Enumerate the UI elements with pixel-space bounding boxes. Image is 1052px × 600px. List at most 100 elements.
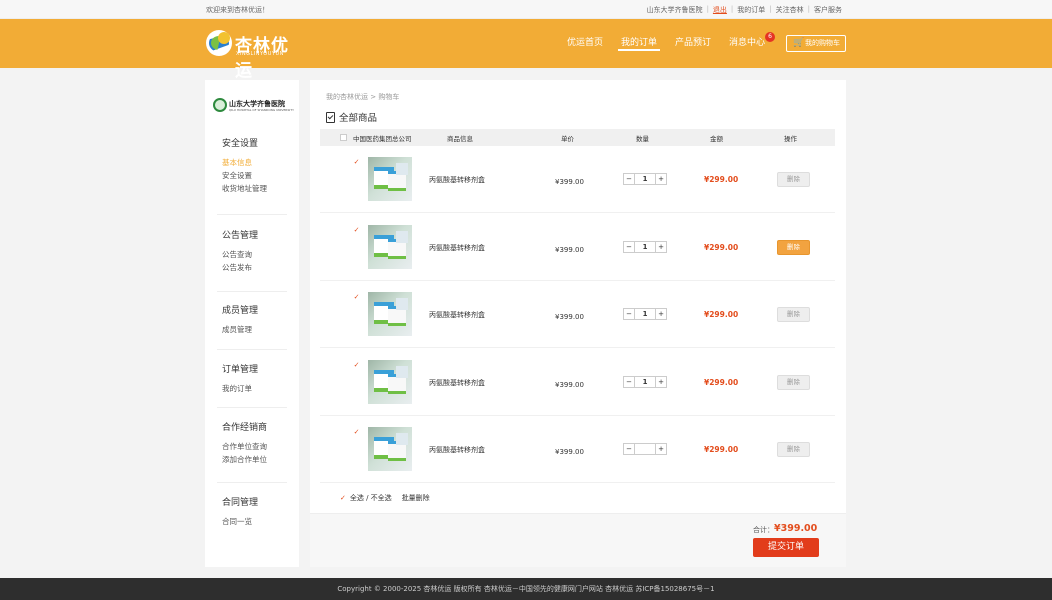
decrease-button[interactable]: −: [624, 309, 634, 319]
col-product: 商品信息: [447, 135, 473, 143]
submit-order-button[interactable]: 提交订单: [753, 538, 819, 557]
product-image[interactable]: [368, 225, 412, 269]
unit-price: ¥399.00: [555, 313, 584, 321]
hospital-logo: 山东大学齐鲁医院 QILU HOSPITAL OF SHANDONG UNIVE…: [213, 98, 294, 114]
sidebar-item-address[interactable]: 收货地址管理: [222, 184, 267, 194]
sidebar-section-security: 安全设置 基本信息 安全设置 收货地址管理: [222, 136, 267, 197]
logo-icon: [206, 30, 232, 56]
quantity-stepper: − 1 +: [623, 308, 667, 320]
message-badge: 6: [765, 32, 776, 42]
sidebar-section-title: 订单管理: [222, 365, 259, 375]
decrease-button[interactable]: −: [624, 174, 634, 184]
increase-button[interactable]: +: [656, 444, 666, 454]
row-checkbox[interactable]: [353, 362, 360, 369]
cart-button[interactable]: 🛒 我的购物车: [786, 35, 846, 52]
customer-service-link[interactable]: 客户服务: [810, 5, 846, 15]
sidebar-item-add-partner[interactable]: 添加合作单位: [222, 455, 267, 465]
line-amount: ¥299.00: [704, 378, 739, 387]
unit-price: ¥399.00: [555, 246, 584, 254]
delete-button[interactable]: 删除: [777, 172, 810, 187]
product-name[interactable]: 丙氨酸基转移剂盒: [429, 175, 485, 185]
quantity-stepper: − 1 +: [623, 173, 667, 185]
nav-my-orders[interactable]: 我的订单: [612, 19, 666, 68]
cart-label: 我的购物车: [805, 39, 840, 47]
product-image[interactable]: [368, 292, 412, 336]
nav-product-booking[interactable]: 产品预订: [666, 19, 720, 68]
quantity-input[interactable]: 1: [634, 174, 656, 184]
nav-messages[interactable]: 消息中心 6: [720, 19, 776, 68]
quantity-input[interactable]: [634, 444, 656, 454]
product-image[interactable]: [368, 360, 412, 404]
sidebar-item-notice-publish[interactable]: 公告发布: [222, 263, 258, 273]
cart-panel: 我的杏林优运 > 购物车 全部商品 中国医药集团总公司 商品信息 单价 数量 金…: [310, 80, 846, 567]
sidebar-section-members: 成员管理 成员管理: [222, 303, 258, 338]
table-row: 丙氨酸基转移剂盒 ¥399.00 − 1 + ¥299.00 删除: [320, 146, 835, 213]
quantity-input[interactable]: 1: [634, 377, 656, 387]
logout-link[interactable]: 退出: [709, 5, 731, 15]
product-name[interactable]: 丙氨酸基转移剂盒: [429, 378, 485, 388]
sidebar-item-security-settings[interactable]: 安全设置: [222, 171, 267, 181]
my-orders-link[interactable]: 我的订单: [733, 5, 769, 15]
follow-link[interactable]: 关注杏林: [772, 5, 808, 15]
row-checkbox[interactable]: [353, 429, 360, 436]
product-name[interactable]: 丙氨酸基转移剂盒: [429, 243, 485, 253]
increase-button[interactable]: +: [656, 309, 666, 319]
divider: [217, 482, 287, 483]
quantity-stepper: − 1 +: [623, 376, 667, 388]
decrease-button[interactable]: −: [624, 242, 634, 252]
increase-button[interactable]: +: [656, 377, 666, 387]
col-supplier: 中国医药集团总公司: [353, 135, 412, 143]
batch-delete-button[interactable]: 批量删除: [402, 493, 430, 503]
col-quantity: 数量: [636, 135, 649, 143]
sidebar-item-members[interactable]: 成员管理: [222, 325, 258, 335]
brand-pinyin: XINGLINYOUYUN: [236, 51, 284, 57]
main-nav: 优运首页 我的订单 产品预订 消息中心 6: [558, 19, 776, 68]
delete-button[interactable]: 删除: [777, 307, 810, 322]
product-name[interactable]: 丙氨酸基转移剂盒: [429, 310, 485, 320]
page-title: 全部商品: [339, 113, 378, 124]
brand-logo[interactable]: 杏林优运 XINGLINYOUYUN: [206, 30, 306, 81]
footer: Copyright © 2000-2025 杏林优运 版权所有 杏林优运－中国领…: [0, 578, 1052, 600]
table-header: 中国医药集团总公司 商品信息 单价 数量 金额 操作: [320, 129, 835, 146]
increase-button[interactable]: +: [656, 242, 666, 252]
hospital-link[interactable]: 山东大学齐鲁医院: [643, 5, 707, 15]
quantity-stepper: − 1 +: [623, 241, 667, 253]
quantity-input[interactable]: 1: [634, 242, 656, 252]
decrease-button[interactable]: −: [624, 444, 634, 454]
hospital-seal-icon: [213, 98, 227, 112]
row-checkbox[interactable]: [353, 294, 360, 301]
sidebar-item-contract-list[interactable]: 合同一览: [222, 517, 258, 527]
product-image[interactable]: [368, 427, 412, 471]
line-amount: ¥299.00: [704, 175, 739, 184]
sidebar-item-my-orders[interactable]: 我的订单: [222, 384, 258, 394]
select-all-check-icon[interactable]: ✓: [340, 494, 346, 502]
product-image[interactable]: [368, 157, 412, 201]
quantity-stepper: − +: [623, 443, 667, 455]
sidebar-item-notice-query[interactable]: 公告查询: [222, 250, 258, 260]
select-all-checkbox[interactable]: [340, 134, 347, 141]
nav-home[interactable]: 优运首页: [558, 19, 612, 68]
delete-button[interactable]: 删除: [777, 442, 810, 457]
row-checkbox[interactable]: [353, 227, 360, 234]
total-label: 合计：: [753, 526, 774, 534]
table-row: 丙氨酸基转移剂盒 ¥399.00 − 1 + ¥299.00 删除: [320, 349, 835, 416]
quantity-input[interactable]: 1: [634, 309, 656, 319]
delete-button[interactable]: 删除: [777, 240, 810, 255]
sidebar-item-basic-info[interactable]: 基本信息: [222, 158, 267, 168]
product-name[interactable]: 丙氨酸基转移剂盒: [429, 445, 485, 455]
sidebar-section-title: 安全设置: [222, 139, 259, 149]
order-summary: 合计： ¥399.00 提交订单: [310, 513, 846, 567]
row-checkbox[interactable]: [353, 159, 360, 166]
sidebar-item-partner-query[interactable]: 合作单位查询: [222, 442, 267, 452]
increase-button[interactable]: +: [656, 174, 666, 184]
section-heading: 全部商品: [326, 110, 377, 124]
line-amount: ¥299.00: [704, 445, 739, 454]
divider: [217, 214, 287, 215]
divider: [217, 349, 287, 350]
sidebar-section-dealers: 合作经销商 合作单位查询 添加合作单位: [222, 420, 267, 468]
line-amount: ¥299.00: [704, 243, 739, 252]
delete-button[interactable]: 删除: [777, 375, 810, 390]
select-all-toggle[interactable]: 全选 / 不全选: [350, 493, 392, 503]
sidebar-section-title: 合作经销商: [222, 423, 268, 433]
decrease-button[interactable]: −: [624, 377, 634, 387]
